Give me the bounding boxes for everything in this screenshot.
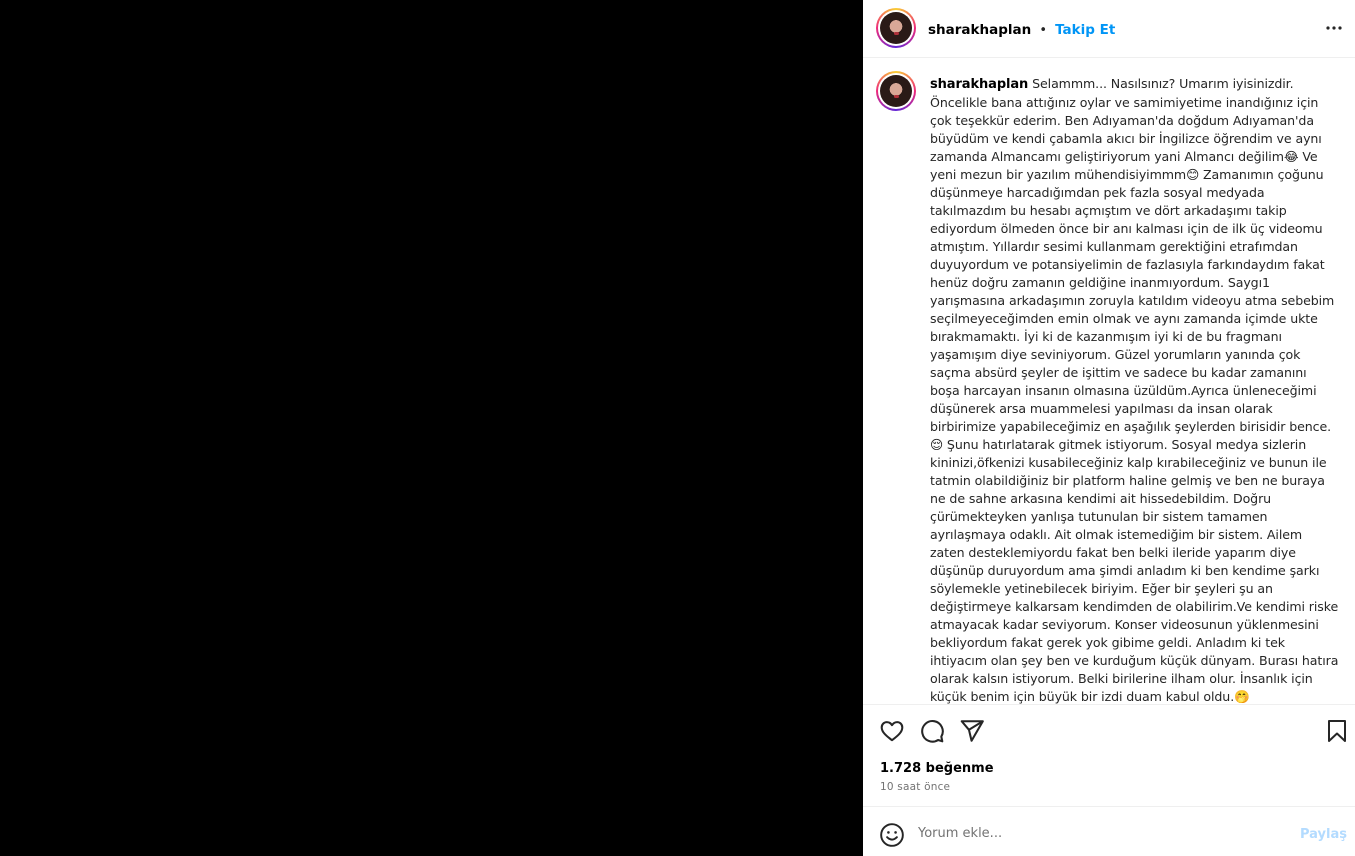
author-username[interactable]: sharakhaplan <box>928 22 1031 38</box>
post-timestamp[interactable]: 10 saat önce <box>880 781 950 793</box>
author-avatar[interactable] <box>876 8 916 48</box>
emoji-icon[interactable] <box>879 822 905 848</box>
send-icon[interactable] <box>959 718 985 744</box>
post-actions: 1.728 beğenme 10 saat önce <box>863 705 1355 807</box>
caption-username[interactable]: sharakhaplan <box>930 77 1028 92</box>
post-header: sharakhaplan • Takip Et <box>863 0 1355 58</box>
like-count[interactable]: 1.728 beğenme <box>880 761 994 776</box>
bookmark-icon[interactable] <box>1325 718 1349 744</box>
caption-avatar[interactable] <box>876 71 916 111</box>
caption-scroll-area[interactable]: sharakhaplan Selammm... Nasılsınız? Umar… <box>863 59 1355 705</box>
caption-text: Selammm... Nasılsınız? Umarım iyisinizdi… <box>930 76 1339 704</box>
post-media[interactable] <box>0 0 863 856</box>
separator-dot: • <box>1039 23 1047 38</box>
comment-input[interactable] <box>918 822 1288 844</box>
comment-icon[interactable] <box>919 718 945 744</box>
share-comment-button[interactable]: Paylaş <box>1300 827 1347 842</box>
follow-button[interactable]: Takip Et <box>1055 22 1115 38</box>
comment-form: Paylaş <box>863 808 1355 856</box>
heart-icon[interactable] <box>879 718 905 744</box>
post-sidebar: sharakhaplan • Takip Et sharakhaplan Sel… <box>863 0 1355 856</box>
post-caption: sharakhaplan Selammm... Nasılsınız? Umar… <box>930 75 1340 704</box>
more-options-icon[interactable] <box>1323 19 1345 37</box>
